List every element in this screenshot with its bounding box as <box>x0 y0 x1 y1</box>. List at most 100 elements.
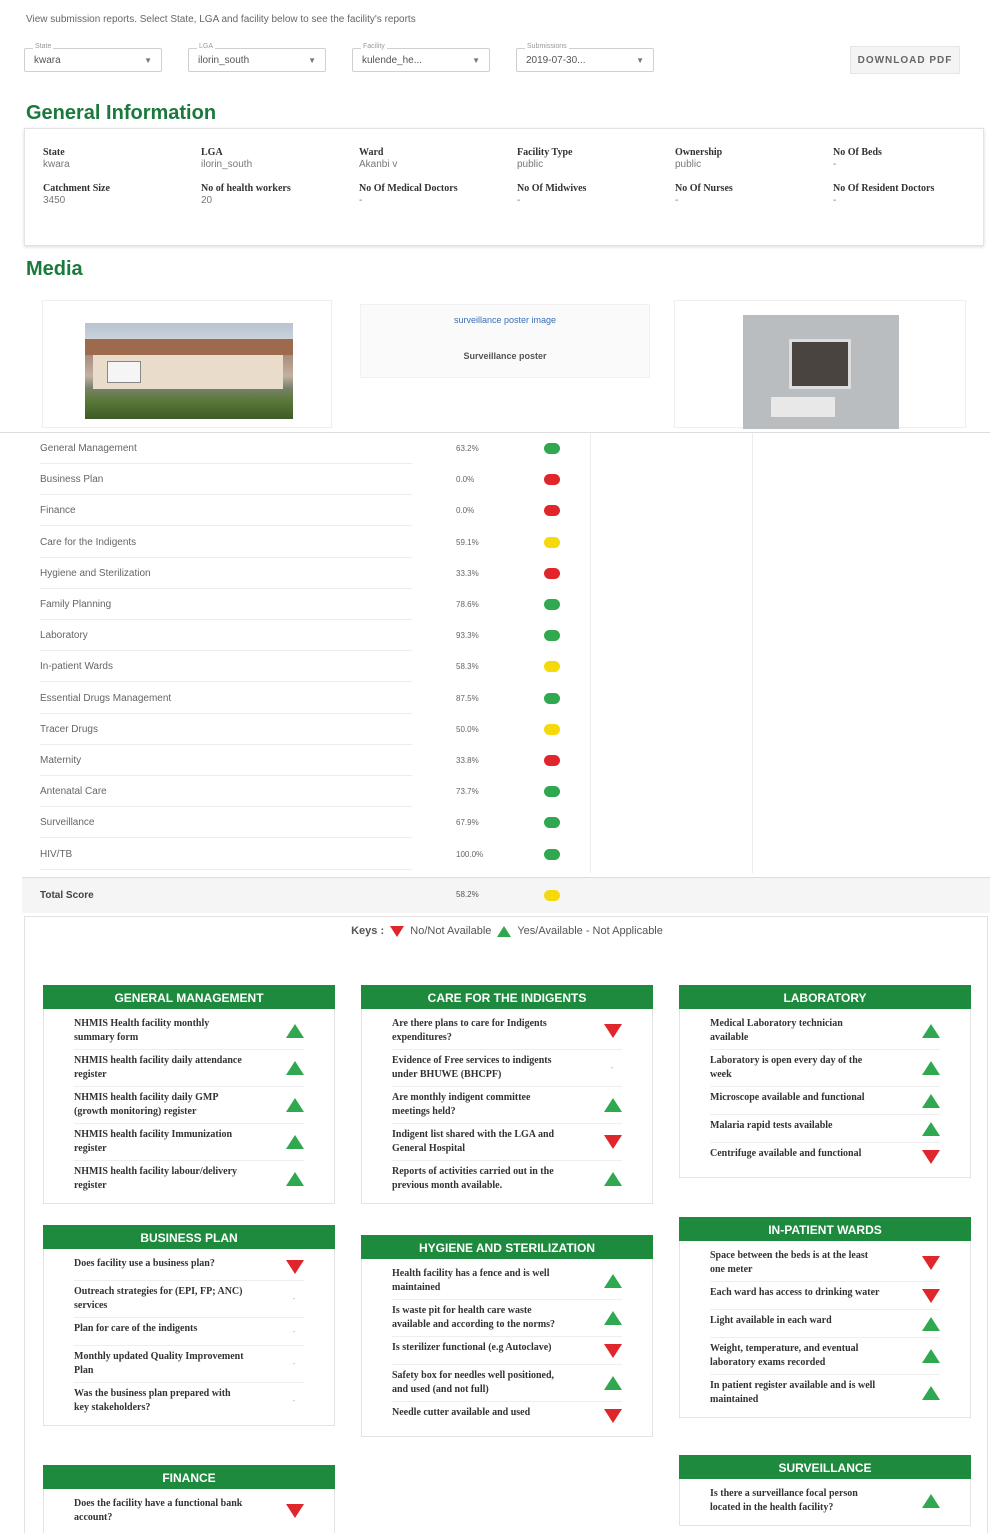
yes-triangle-icon <box>922 1386 940 1400</box>
dash-mark: - <box>292 1396 296 1405</box>
checklist-question: Medical Laboratory technician available <box>710 1018 843 1043</box>
checklist-item: NHMIS health facility labour/delivery re… <box>74 1161 304 1197</box>
checklist-grid: Keys : No/Not Available Yes/Available - … <box>24 916 988 1533</box>
triangle-down-shape <box>922 1288 940 1303</box>
score-pct: 100.0% <box>456 849 484 859</box>
score-name: Finance <box>40 505 76 517</box>
status-dot <box>544 786 560 798</box>
lga-select[interactable]: LGA ilorin_south ▼ <box>188 43 326 72</box>
score-row: HIV/TB <box>40 839 412 870</box>
score-row: General Management <box>40 433 412 464</box>
chevron-down-icon: ▼ <box>636 56 644 65</box>
score-name: In-patient Wards <box>40 661 113 673</box>
info-field-value: 3450 <box>43 195 66 206</box>
checklist-item: Is sterilizer functional (e.g Autoclave) <box>392 1337 622 1365</box>
info-field-value: ilorin_south <box>201 159 253 170</box>
lga-select-label: LGA <box>197 43 216 50</box>
person-photo[interactable] <box>743 315 899 429</box>
score-pct: 33.8% <box>456 756 479 765</box>
info-field-label: No Of Resident Doctors <box>833 183 935 194</box>
score-name: Hygiene and Sterilization <box>40 567 151 579</box>
yes-triangle-icon <box>286 1024 304 1038</box>
checklist-question: Weight, temperature, and eventual labora… <box>710 1343 859 1368</box>
triangle-down-shape <box>604 1343 622 1358</box>
score-name: Business Plan <box>40 474 104 486</box>
yes-triangle-icon <box>922 1093 940 1108</box>
facility-select[interactable]: Facility kulende_he... ▼ <box>352 43 490 72</box>
triangle-down-shape <box>922 1256 940 1270</box>
panel-title: General Management <box>43 985 335 1009</box>
score-row: Surveillance <box>40 807 412 839</box>
triangle-up-shape <box>922 1386 940 1400</box>
info-field-label: No Of Midwives <box>517 183 587 194</box>
checklist-item: Does the facility have a functional bank… <box>74 1493 304 1529</box>
triangle-up-shape <box>604 1376 622 1390</box>
panel-title: In-patient Wards <box>679 1217 971 1241</box>
triangle-up-shape <box>604 1172 622 1186</box>
checklist-item: Malaria rapid tests available <box>710 1115 940 1143</box>
score-row: Business Plan <box>40 464 412 496</box>
status-dot <box>544 692 560 704</box>
info-field: State kwara <box>43 147 183 172</box>
state-select[interactable]: State kwara ▼ <box>24 43 162 72</box>
media-card-poster[interactable]: surveillance poster image Surveillance p… <box>360 304 650 378</box>
status-dot <box>544 755 560 766</box>
state-select-label: State <box>33 43 54 50</box>
checklist-question: Is there a surveillance focal person loc… <box>710 1488 858 1513</box>
facility-photo[interactable] <box>85 323 293 419</box>
info-field-label: Ownership <box>675 147 723 158</box>
checklist-question: NHMIS health facility Immunization regis… <box>74 1129 233 1154</box>
info-field-label: No of health workers <box>201 183 291 194</box>
checklist-item: Is there a surveillance focal person loc… <box>710 1483 940 1519</box>
yes-triangle-icon <box>604 1172 622 1186</box>
triangle-up-shape <box>286 1135 304 1149</box>
score-pct: 33.3% <box>456 568 479 578</box>
panel-title: Surveillance <box>679 1455 971 1479</box>
download-pdf-button[interactable]: DOWNLOAD PDF <box>850 46 960 74</box>
no-triangle-icon <box>286 1504 304 1518</box>
info-field-value: Akanbi v <box>359 159 398 170</box>
checklist-question: NHMIS Health facility monthly summary fo… <box>74 1018 210 1043</box>
chevron-down-icon: ▼ <box>308 56 316 65</box>
checklist-question: Health facility has a fence and is well … <box>392 1268 550 1293</box>
checklist-question: NHMIS health facility daily GMP (growth … <box>74 1092 218 1117</box>
info-field-value: - <box>517 195 521 206</box>
info-field-value: public <box>675 159 702 170</box>
info-field-value: public <box>517 159 544 170</box>
checklist-question: Each ward has access to drinking water <box>710 1287 880 1298</box>
info-field: No Of Nurses - <box>675 183 815 208</box>
lga-select-value: ilorin_south <box>198 55 250 66</box>
score-name: General Management <box>40 443 137 454</box>
info-field: Facility Type public <box>517 147 657 172</box>
checklist-item: Centrifuge available and functional <box>710 1143 940 1171</box>
media-gallery: surveillance poster image Surveillance p… <box>24 292 984 429</box>
checklist-question: Outreach strategies for (EPI, FP; ANC) s… <box>74 1286 243 1311</box>
score-name: Maternity <box>40 755 82 766</box>
panel-title: Care for the Indigents <box>361 985 653 1009</box>
total-score-label: Total Score <box>40 890 94 901</box>
instruction-text: View submission reports. Select State, L… <box>26 14 416 25</box>
submission-select[interactable]: Submissions 2019-07-30... ▼ <box>516 43 654 72</box>
general-info-title: General Information <box>26 102 217 124</box>
triangle-down-shape <box>604 1135 622 1149</box>
no-triangle-icon <box>604 1343 622 1358</box>
triangle-up-shape <box>922 1316 940 1331</box>
submission-select-value: 2019-07-30... <box>526 55 586 66</box>
info-field-value: - <box>833 159 837 170</box>
keys-no-label: No/Not Available <box>410 925 492 937</box>
checklist-question: Is waste pit for health care waste avail… <box>392 1305 556 1330</box>
panel-body: Medical Laboratory technician available L… <box>679 1009 971 1178</box>
status-dot <box>544 817 560 829</box>
triangle-up-shape <box>922 1061 940 1075</box>
score-pct: 67.9% <box>456 818 479 828</box>
score-name: Surveillance <box>40 817 95 829</box>
keys-label: Keys : <box>351 925 385 937</box>
score-row: Family Planning <box>40 589 412 620</box>
info-field-label: Catchment Size <box>43 183 110 194</box>
score-row: Tracer Drugs <box>40 714 412 745</box>
status-dot <box>544 536 560 548</box>
yes-triangle-icon <box>604 1098 622 1112</box>
no-triangle-icon <box>922 1288 940 1303</box>
filter-bar: State kwara ▼ LGA ilorin_south ▼ Facilit… <box>24 43 984 74</box>
triangle-up-shape <box>286 1061 304 1075</box>
